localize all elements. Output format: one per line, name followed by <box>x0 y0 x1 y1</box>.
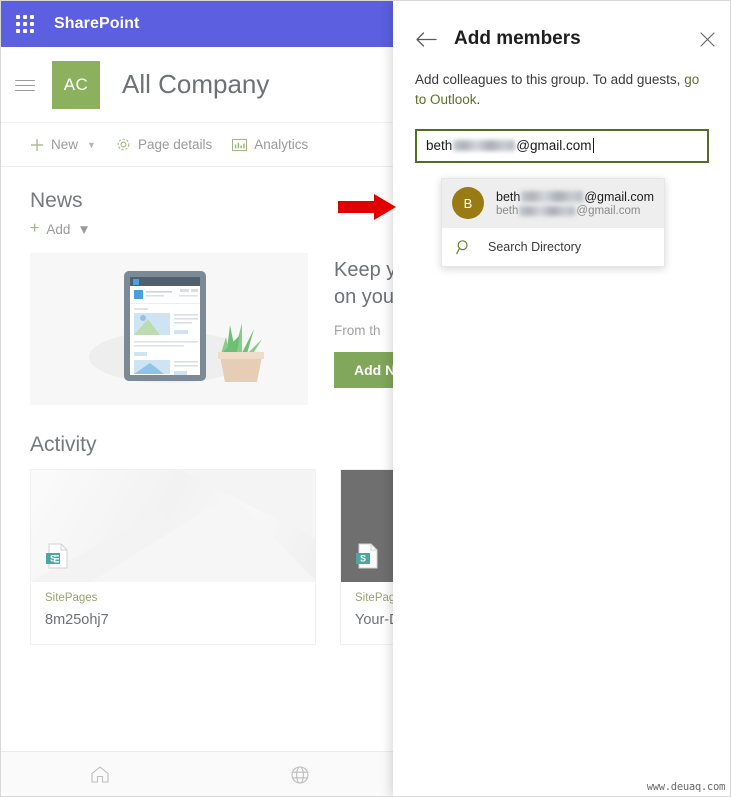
panel-header: Add members <box>393 0 731 58</box>
activity-section: Activity S SitePages 8m25ohj7 S SitePage… <box>30 433 400 645</box>
panel-description-text: Add colleagues to this group. To add gue… <box>415 72 685 87</box>
card-meta: SitePages 8m25ohj7 <box>31 582 315 644</box>
member-search-value: beth @gmail.com <box>426 138 594 153</box>
suite-bar: SharePoint <box>0 0 400 47</box>
back-arrow-icon[interactable] <box>415 31 437 48</box>
watermark: www.deuaq.com <box>646 781 726 793</box>
news-section: News + Add ▼ Keep y on you From th Add N <box>30 189 400 405</box>
page-body: News + Add ▼ Keep y on you From th Add N… <box>0 167 400 645</box>
search-result-email: beth @gmail.com <box>496 205 654 217</box>
news-heading: News <box>30 189 83 212</box>
card-thumbnail: S <box>31 470 315 582</box>
panel-title: Add members <box>454 28 581 49</box>
card-library[interactable]: SitePages <box>45 592 301 604</box>
command-page-details[interactable]: Page details <box>116 137 212 152</box>
member-search-wrap: beth @gmail.com <box>393 111 731 163</box>
text-caret <box>592 138 594 153</box>
plus-icon: + <box>30 220 40 237</box>
suite-app-name[interactable]: SharePoint <box>54 15 139 33</box>
search-value-suffix: @gmail.com <box>516 138 592 153</box>
add-news-button[interactable]: Add N <box>334 352 400 388</box>
card-filename: 8m25ohj7 <box>45 612 109 628</box>
news-content: Keep y on you From th Add N <box>30 253 400 405</box>
result-secondary-suffix: @gmail.com <box>576 204 641 217</box>
result-secondary-prefix: beth <box>496 204 519 217</box>
card-thumbnail: a S <box>341 470 400 582</box>
result-primary-suffix: @gmail.com <box>584 189 654 204</box>
chevron-down-icon: ▼ <box>77 221 91 237</box>
chevron-down-icon: ▼ <box>87 139 96 150</box>
command-new[interactable]: New ▼ <box>30 137 96 152</box>
search-icon <box>456 239 472 255</box>
card-meta: SitePage Your-D <box>341 582 400 644</box>
page-title: All Company <box>122 69 270 99</box>
site-logo: AC <box>52 60 100 109</box>
news-add-label: Add <box>46 221 71 237</box>
activity-card[interactable]: S SitePages 8m25ohj7 <box>30 469 316 645</box>
plus-icon <box>30 138 44 152</box>
redacted-text <box>453 140 516 151</box>
activity-card-list: S SitePages 8m25ohj7 S SitePage Your-D <box>30 469 400 645</box>
news-illustration <box>30 253 308 405</box>
search-directory-item[interactable]: Search Directory <box>442 228 664 266</box>
search-result-item[interactable]: B beth @gmail.com beth @gmail.com <box>442 179 664 227</box>
panel-description: Add colleagues to this group. To add gue… <box>393 58 731 111</box>
news-promo-title-line2: on you <box>334 286 395 308</box>
panel-description-period: . <box>476 92 481 108</box>
redacted-text <box>519 205 576 216</box>
command-analytics-label: Analytics <box>254 137 309 152</box>
news-promo-title-line1: Keep y <box>334 259 397 281</box>
search-result-texts: beth @gmail.com beth @gmail.com <box>496 190 654 217</box>
search-directory-label: Search Directory <box>488 240 582 254</box>
news-promo-body: From th <box>334 323 381 338</box>
hamburger-menu-icon[interactable] <box>12 72 38 98</box>
news-add-button[interactable]: + Add ▼ <box>30 221 370 237</box>
command-new-label: New <box>51 137 79 152</box>
activity-card[interactable]: a S SitePage <box>340 469 400 645</box>
add-members-panel: Add members Add colleagues to this group… <box>393 0 731 797</box>
sharepoint-page-icon: S <box>45 543 69 574</box>
globe-icon[interactable] <box>200 765 400 785</box>
member-search-input[interactable]: beth @gmail.com <box>415 128 709 163</box>
activity-heading: Activity <box>30 433 97 456</box>
command-page-details-label: Page details <box>137 137 213 152</box>
news-promo: Keep y on you From th Add N <box>334 253 400 405</box>
home-icon[interactable] <box>0 765 200 784</box>
app-launcher-icon[interactable] <box>14 13 36 35</box>
redacted-text <box>521 191 584 202</box>
avatar: B <box>452 187 484 219</box>
close-icon[interactable] <box>700 31 715 47</box>
sharepoint-page-icon: S <box>355 543 379 574</box>
search-result-name: beth @gmail.com <box>496 190 654 204</box>
search-value-prefix: beth <box>426 138 453 153</box>
site-header: AC All Company <box>0 47 400 123</box>
gear-icon <box>116 137 131 152</box>
member-search-results: B beth @gmail.com beth @gmail.com Search… <box>441 178 665 267</box>
screenshot-root: SharePoint AC All Company New ▼ Page det… <box>0 0 731 797</box>
result-primary-prefix: beth <box>496 189 521 204</box>
svg-text:S: S <box>360 554 366 564</box>
bottom-nav-bar <box>0 751 400 797</box>
sharepoint-app: SharePoint AC All Company New ▼ Page det… <box>0 0 400 797</box>
command-analytics[interactable]: Analytics <box>232 137 308 152</box>
command-bar: New ▼ Page details Analytics <box>0 123 400 167</box>
bar-chart-icon <box>232 138 248 152</box>
